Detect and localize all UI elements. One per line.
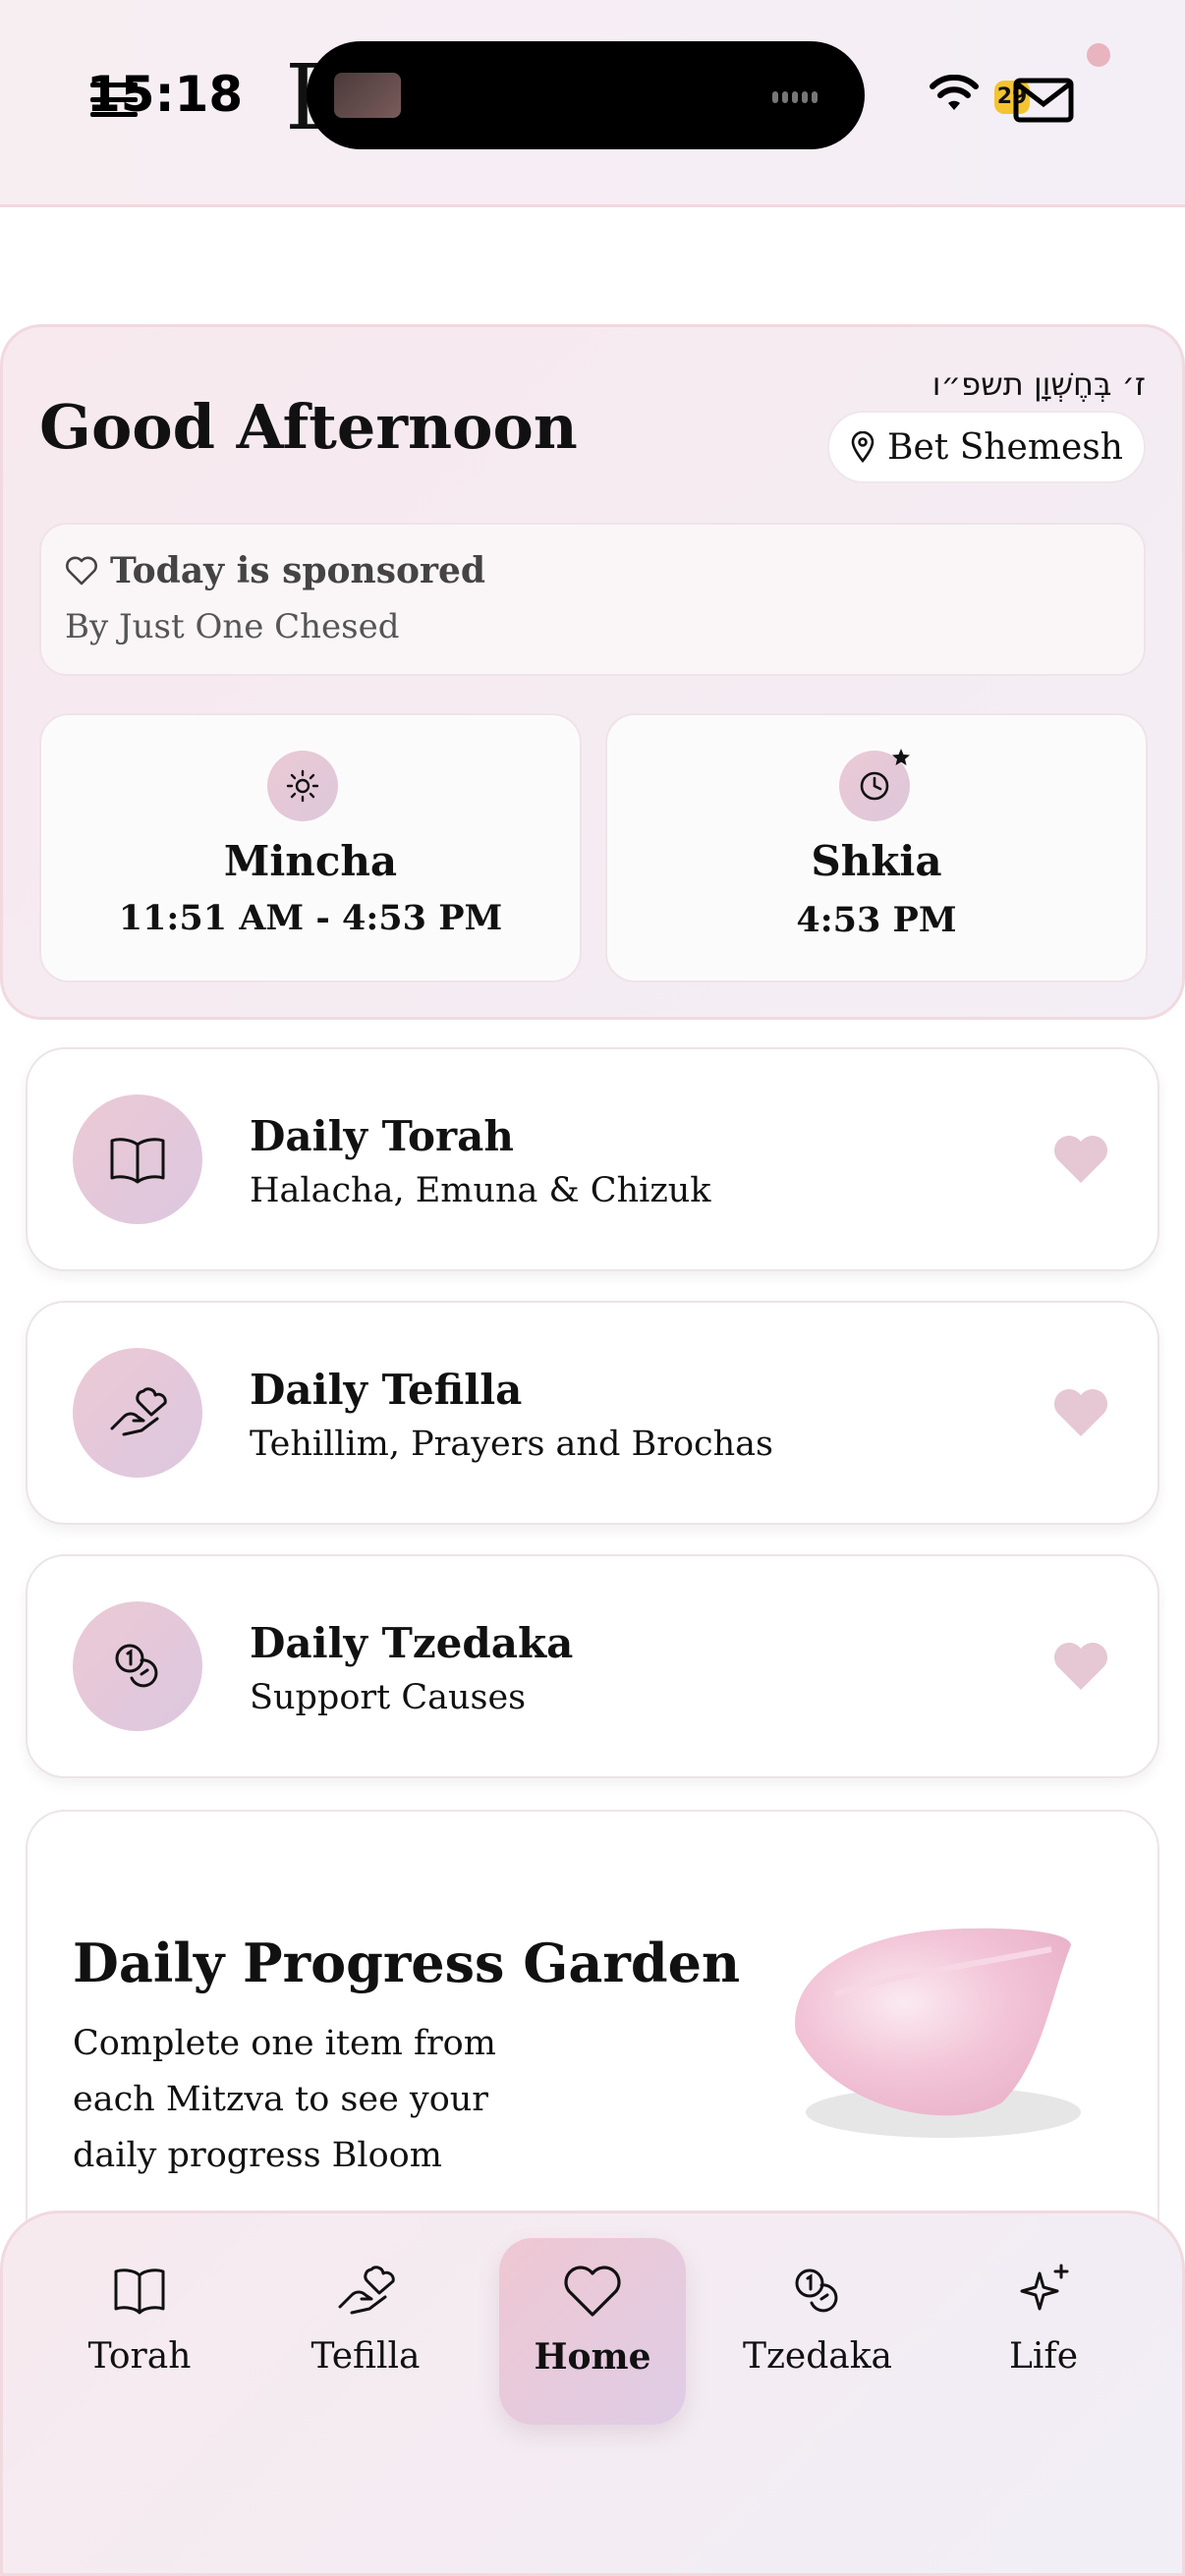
location-label: Bet Shemesh — [887, 426, 1123, 468]
garden-title: Daily Progress Garden — [73, 1932, 741, 1994]
list-item-subtitle: Support Causes — [250, 1678, 527, 1717]
list-item-subtitle: Halacha, Emuna & Chizuk — [250, 1171, 711, 1210]
coins-icon — [73, 1601, 202, 1731]
media-thumbnail — [334, 73, 401, 118]
flower-petal-image — [795, 1928, 1081, 2138]
location-button[interactable]: Bet Shemesh — [827, 411, 1146, 483]
favorite-heart-icon[interactable] — [1051, 1132, 1110, 1187]
favorite-heart-icon[interactable] — [1051, 1385, 1110, 1440]
list-item-title: Daily Tefilla — [250, 1366, 523, 1414]
sparkles-icon — [1020, 2264, 1069, 2311]
nav-label: Life — [1008, 2336, 1079, 2377]
list-item-title: Daily Tzedaka — [250, 1619, 574, 1667]
sponsor-by: By Just One Chesed — [65, 607, 400, 646]
mincha-label: Mincha — [223, 837, 398, 885]
list-item-title: Daily Torah — [250, 1112, 514, 1160]
heart-icon — [564, 2266, 621, 2317]
hebrew-date: ז׳ בְּחֶשְׁוָן תשפ״ו — [931, 365, 1146, 403]
nav-label: Tzedaka — [742, 2336, 893, 2377]
heart-outline-icon — [66, 556, 97, 586]
shkia-time: 4:53 PM — [796, 900, 957, 940]
nav-item-torah[interactable]: Torah — [51, 2260, 228, 2377]
garden-description: Complete one item from each Mitzva to se… — [73, 2024, 496, 2175]
hand-heart-icon — [338, 2266, 395, 2315]
favorite-heart-icon[interactable] — [1051, 1639, 1110, 1694]
star-badge-icon — [892, 749, 910, 765]
mincha-time: 11:51 AM - 4:53 PM — [118, 898, 503, 938]
list-item-subtitle: Tehillim, Prayers and Brochas — [250, 1425, 773, 1464]
nav-item-home[interactable]: Home — [504, 2260, 681, 2378]
coins-icon — [795, 2268, 838, 2313]
nav-label: Home — [534, 2336, 651, 2378]
nav-item-tefilla[interactable]: Tefilla — [277, 2260, 454, 2377]
mail-icon[interactable] — [994, 77, 1077, 124]
sponsor-title-row: Today is sponsored — [65, 550, 485, 591]
sponsor-card[interactable] — [39, 523, 1146, 676]
nav-label: Tefilla — [310, 2336, 421, 2377]
hand-heart-icon — [73, 1348, 202, 1478]
nav-item-life[interactable]: Life — [955, 2260, 1132, 2377]
audio-waveform-icon — [772, 88, 841, 103]
status-time: 15:18 — [86, 66, 244, 123]
location-pin-icon — [851, 431, 875, 463]
shkia-label: Shkia — [811, 837, 942, 885]
wifi-icon — [930, 75, 979, 110]
notification-dot — [1087, 43, 1110, 67]
nav-label: Torah — [87, 2336, 192, 2377]
sun-icon — [267, 751, 338, 821]
book-icon — [73, 1094, 202, 1224]
book-icon — [114, 2268, 165, 2315]
greeting-title: Good Afternoon — [39, 391, 578, 463]
nav-item-tzedaka[interactable]: Tzedaka — [729, 2260, 906, 2377]
sponsor-title: Today is sponsored — [110, 550, 486, 591]
